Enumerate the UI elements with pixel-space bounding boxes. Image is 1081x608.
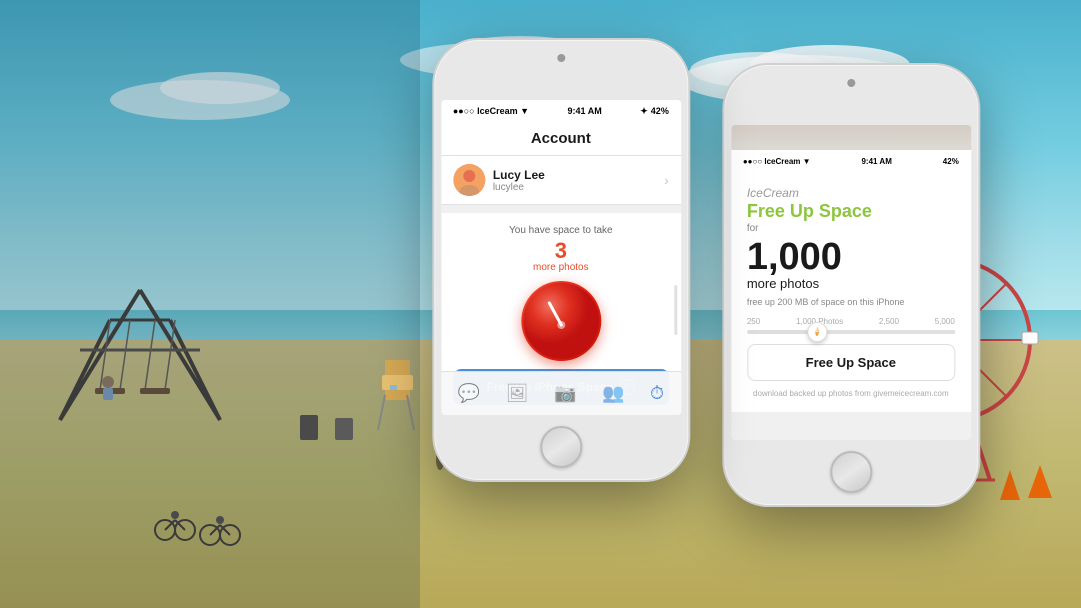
phone1-account-row[interactable]: Lucy Lee lucylee › (441, 156, 681, 205)
phone1-gauge-circle (521, 281, 601, 361)
phone1-avatar (453, 164, 485, 196)
phone1-scroll-indicator (674, 285, 677, 335)
phone2-slider-track[interactable]: 🍦 (747, 330, 955, 334)
phone2-slider-fill (747, 330, 809, 334)
phone1-chat-icon: 💬 (458, 383, 480, 404)
phone1-carrier: ●●○○ IceCream ▼ (453, 106, 529, 116)
phone2-time: 9:41 AM (861, 157, 891, 166)
phone2-main-content: IceCream Free Up Space for 1,000 more ph… (731, 172, 971, 412)
phones-container: ●●○○ IceCream ▼ 9:41 AM ✦ 42% Account (434, 40, 688, 480)
phone1-space-prefix: You have space to take (453, 225, 669, 236)
phone2-slider-label-5000: 5,000 (935, 317, 955, 326)
phone2-home-button[interactable] (830, 451, 872, 493)
phone-2: ●●○○ IceCream ▼ 9:41 AM 42% IceCream Fre… (724, 65, 978, 505)
phone1-tab-bar: 💬 🖼 📷 👥 ⏱ (441, 371, 681, 415)
phone1-tab-people[interactable]: 👥 (602, 383, 624, 404)
phone2-slider-labels: 250 1,000 Photos 2,500 5,000 (747, 317, 955, 326)
phone2-thumb-icon: 🍦 (812, 327, 822, 336)
phone2-blur-top (731, 125, 971, 150)
phone1-space-suffix: more photos (453, 262, 669, 273)
phone2-slider-label-2500: 2,500 (879, 317, 899, 326)
phone2-free-up-button[interactable]: Free Up Space (747, 344, 955, 381)
phone2-slider-section: 250 1,000 Photos 2,500 5,000 🍦 (747, 317, 955, 334)
phone2-status-bar: ●●○○ IceCream ▼ 9:41 AM 42% (731, 150, 971, 172)
phone2-bottom-link: download backed up photos from givemeice… (747, 389, 955, 398)
phone2-battery: 42% (943, 157, 959, 166)
phone1-user-handle: lucylee (493, 182, 656, 193)
phone1-camera-icon: 📷 (554, 383, 576, 404)
phone1-tab-chat[interactable]: 💬 (458, 383, 480, 404)
phone1-tab-photos[interactable]: 🖼 (506, 383, 529, 404)
phone2-free-mb: free up 200 MB of space on this iPhone (747, 297, 955, 307)
phone1-battery-area: ✦ 42% (640, 106, 669, 117)
phone2-logo: IceCream (747, 186, 955, 200)
phone1-user-info: Lucy Lee lucylee (493, 168, 656, 193)
phone2-big-number: 1,000 (747, 238, 955, 276)
phone1-camera (557, 54, 565, 62)
phone1-user-name: Lucy Lee (493, 168, 656, 182)
phone-1: ●●○○ IceCream ▼ 9:41 AM ✦ 42% Account (434, 40, 688, 480)
phone2-slider-label-250: 250 (747, 317, 760, 326)
phone1-battery: 42% (651, 106, 669, 116)
phone2-more-photos: more photos (747, 276, 955, 291)
phone1-people-icon: 👥 (602, 383, 624, 404)
phone2-carrier: ●●○○ IceCream ▼ (743, 157, 811, 166)
phone1-tab-camera[interactable]: 📷 (554, 383, 576, 404)
phone1-account-chevron: › (664, 172, 669, 188)
phone1-space-count: 3 (453, 240, 669, 262)
phone1-gauge (521, 281, 601, 361)
phone1-bluetooth: ✦ (640, 106, 648, 117)
phone2-screen: ●●○○ IceCream ▼ 9:41 AM 42% IceCream Fre… (731, 125, 971, 440)
phone1-speed-icon: ⏱ (650, 383, 664, 404)
phone1-tab-speed[interactable]: ⏱ (650, 383, 664, 404)
phone2-slider-thumb[interactable]: 🍦 (807, 322, 827, 342)
phone1-screen: ●●○○ IceCream ▼ 9:41 AM ✦ 42% Account (441, 100, 681, 415)
phone1-nav-title: Account (441, 122, 681, 156)
phone1-photos-icon: 🖼 (506, 383, 529, 404)
phone2-title: Free Up Space (747, 202, 955, 222)
phone1-home-button[interactable] (540, 426, 582, 468)
phone2-for-text: for (747, 223, 955, 234)
phone1-time: 9:41 AM (568, 106, 602, 116)
phone2-camera (847, 79, 855, 87)
phone1-status-bar: ●●○○ IceCream ▼ 9:41 AM ✦ 42% (441, 100, 681, 122)
